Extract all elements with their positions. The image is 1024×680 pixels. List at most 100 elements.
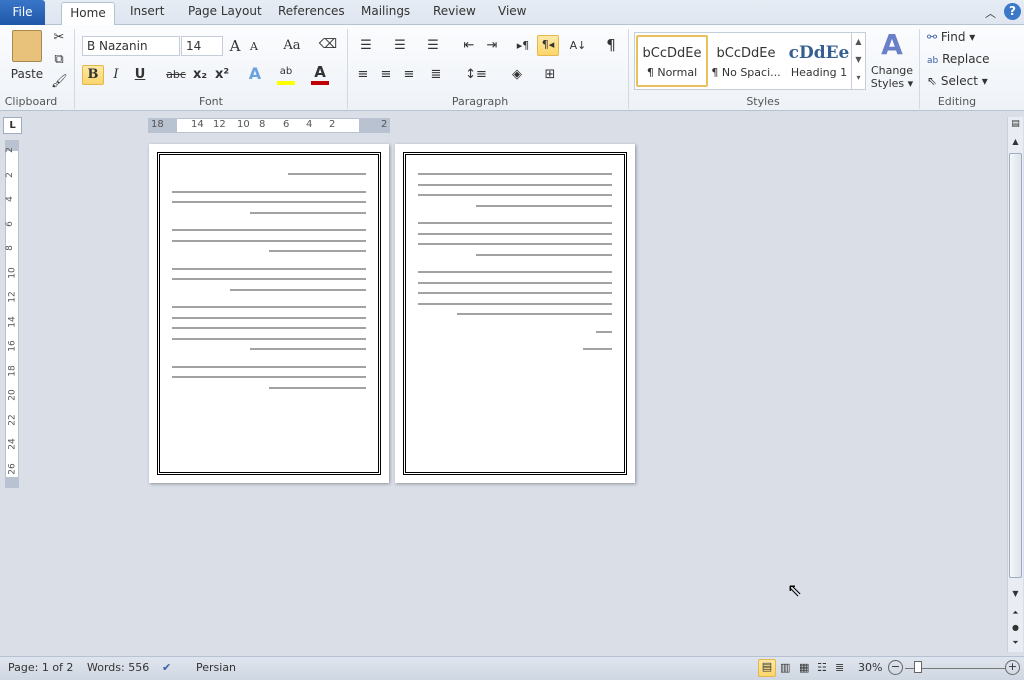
- highlight-icon[interactable]: ab: [277, 63, 295, 85]
- vertical-scrollbar[interactable]: ▤ ▲ ▼ ⏶ ● ⏷: [1007, 117, 1023, 652]
- underline-button[interactable]: U: [132, 66, 148, 84]
- ribbon-tab-bar: File Home Insert Page Layout References …: [0, 0, 1024, 26]
- zoom-slider-handle[interactable]: [914, 661, 922, 673]
- format-painter-icon[interactable]: 🖌: [51, 73, 68, 91]
- cut-icon[interactable]: ✂: [51, 29, 67, 47]
- minimize-ribbon-icon[interactable]: ︿: [985, 5, 996, 21]
- text-line: [269, 250, 366, 252]
- print-layout-icon[interactable]: ▤: [758, 659, 776, 677]
- subscript-button[interactable]: x₂: [191, 66, 209, 84]
- line-spacing-icon[interactable]: ↕≡: [464, 66, 488, 84]
- align-left-icon[interactable]: ≡: [354, 66, 372, 84]
- page-count[interactable]: Page: 1 of 2: [8, 661, 73, 674]
- vertical-ruler[interactable]: 2 2 4 6 8 10 12 14 16 18 20 22 24 26: [5, 140, 19, 488]
- outline-icon[interactable]: ☷: [817, 661, 827, 674]
- font-name-select[interactable]: B Nazanin: [82, 36, 180, 56]
- style-heading-1[interactable]: cDdEe Heading 1: [783, 35, 855, 87]
- rtl-button[interactable]: ¶◂: [537, 35, 559, 56]
- bold-button[interactable]: B: [82, 65, 104, 85]
- tab-page-layout[interactable]: Page Layout: [188, 4, 262, 18]
- multilevel-list-icon[interactable]: ☰: [421, 37, 445, 55]
- ruler-tick-label: 16: [7, 340, 18, 352]
- change-styles-button[interactable]: Change Styles ▾: [866, 64, 918, 90]
- clear-formatting-icon[interactable]: ⌫: [318, 36, 338, 54]
- decrease-indent-icon[interactable]: ⇤: [460, 37, 478, 55]
- select-button[interactable]: ⇖ Select ▾: [927, 72, 988, 90]
- zoom-out-button[interactable]: −: [888, 660, 903, 675]
- superscript-button[interactable]: x²: [213, 66, 231, 84]
- align-right-icon[interactable]: ≡: [400, 66, 418, 84]
- text-line: [418, 302, 612, 305]
- bullets-icon[interactable]: ☰: [354, 37, 378, 55]
- scroll-up-button[interactable]: ▲: [1009, 137, 1022, 151]
- tab-insert[interactable]: Insert: [130, 4, 164, 18]
- zoom-in-button[interactable]: +: [1005, 660, 1020, 675]
- borders-icon[interactable]: ⊞: [538, 66, 562, 84]
- tab-mailings[interactable]: Mailings: [361, 4, 410, 18]
- style-no-spacing[interactable]: bCcDdEe ¶ No Spaci...: [710, 35, 782, 87]
- change-styles-icon[interactable]: A: [872, 29, 912, 61]
- font-color-icon[interactable]: A: [311, 63, 329, 85]
- ruler-tick-label: 18: [7, 364, 18, 377]
- sort-button[interactable]: A↓: [568, 37, 588, 55]
- increase-indent-icon[interactable]: ⇥: [483, 37, 501, 55]
- zoom-level[interactable]: 30%: [858, 661, 882, 674]
- ruler-tick-label: 10: [7, 266, 18, 279]
- full-screen-reading-icon[interactable]: ▥: [780, 661, 790, 674]
- scroll-down-button[interactable]: ▼: [1009, 589, 1022, 598]
- status-bar: Page: 1 of 2 Words: 556 ✔ Persian ▤ ▥ ▦ …: [0, 656, 1024, 680]
- text-line: [456, 313, 612, 315]
- change-styles-label: Change: [870, 64, 914, 77]
- style-normal[interactable]: bCcDdEe ¶ Normal: [636, 35, 708, 87]
- draft-icon[interactable]: ≣: [835, 661, 844, 674]
- grow-font-button[interactable]: A: [227, 37, 243, 55]
- justify-icon[interactable]: ≣: [424, 66, 448, 84]
- tab-references[interactable]: References: [278, 4, 345, 18]
- paste-icon[interactable]: [12, 30, 42, 62]
- ruler-tick-label: 24: [7, 438, 18, 450]
- page-2[interactable]: [395, 144, 635, 483]
- scroll-thumb[interactable]: [1009, 153, 1022, 578]
- gallery-scroll[interactable]: ▲ ▼ ▾: [851, 33, 865, 89]
- tab-file[interactable]: File: [0, 0, 45, 25]
- page-1[interactable]: [149, 144, 389, 483]
- horizontal-ruler[interactable]: 18 14 12 10 8 6 4 2 2: [148, 118, 390, 133]
- copy-icon[interactable]: ⧉: [51, 51, 67, 69]
- find-button[interactable]: ⚯ Find ▾: [927, 28, 975, 46]
- numbering-icon[interactable]: ☰: [388, 37, 412, 55]
- web-layout-icon[interactable]: ▦: [799, 661, 809, 674]
- font-size-select[interactable]: 14: [181, 36, 223, 56]
- ruler-toggle-icon[interactable]: ▤: [1009, 119, 1022, 133]
- language[interactable]: Persian: [196, 661, 236, 674]
- strikethrough-button[interactable]: abc: [165, 66, 187, 84]
- ltr-button[interactable]: ▸¶: [513, 37, 533, 55]
- help-icon[interactable]: ?: [1004, 3, 1021, 20]
- change-case-button[interactable]: Aa: [280, 37, 304, 55]
- tab-view[interactable]: View: [498, 4, 526, 18]
- word-count[interactable]: Words: 556: [87, 661, 149, 674]
- ruler-tick-label: 10: [237, 119, 250, 130]
- tab-selector[interactable]: L: [3, 117, 22, 134]
- find-label: Find: [940, 30, 966, 44]
- shading-icon[interactable]: ◈: [505, 66, 529, 84]
- ruler-tick-label: 4: [306, 119, 313, 130]
- tab-review[interactable]: Review: [433, 4, 476, 18]
- text-line: [249, 211, 366, 214]
- browse-buttons[interactable]: ⏶ ● ⏷: [1009, 605, 1022, 650]
- tab-home[interactable]: Home: [61, 2, 115, 26]
- shrink-font-button[interactable]: A: [247, 38, 261, 56]
- align-center-icon[interactable]: ≡: [377, 66, 395, 84]
- text-line: [288, 173, 366, 175]
- replace-button[interactable]: ab Replace: [927, 50, 990, 70]
- font-group-label: Font: [199, 95, 223, 108]
- ribbon: Paste ✂ ⧉ 🖌 Clipboard B Nazanin 14 A A A…: [0, 25, 1024, 111]
- show-formatting-button[interactable]: ¶: [603, 36, 619, 54]
- proofing-icon[interactable]: ✔: [162, 661, 171, 674]
- text-line: [172, 201, 366, 203]
- text-line: [582, 348, 612, 350]
- text-effects-icon[interactable]: A: [246, 65, 264, 83]
- text-line: [418, 232, 612, 235]
- text-line: [596, 330, 612, 333]
- italic-button[interactable]: I: [108, 66, 124, 84]
- paste-button[interactable]: Paste: [8, 65, 46, 83]
